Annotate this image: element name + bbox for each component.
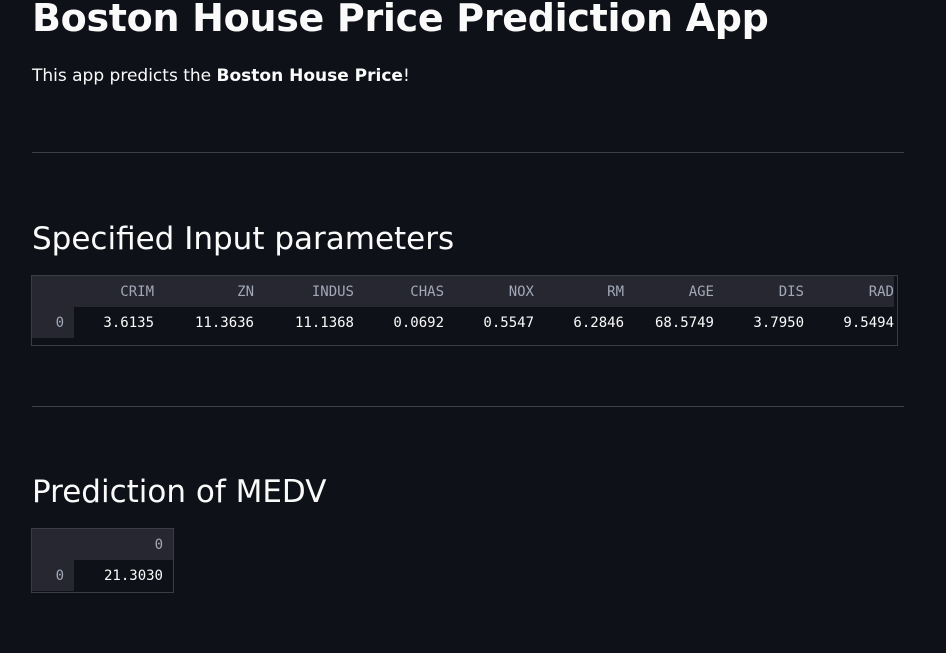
row-index-cell: 0 [32,307,74,338]
intro-prefix: This app predicts the [32,66,217,86]
table-cell[interactable]: 21.3030 [74,560,173,591]
divider-top [32,152,904,153]
table-cell[interactable]: 9.5494 [804,307,894,338]
page-title: Boston House Price Prediction App [32,0,769,40]
table-cell[interactable]: 11.3636 [154,307,254,338]
column-header[interactable]: RAD [804,276,894,307]
prediction-table[interactable]: 0 0 21.3030 [31,528,174,593]
table-cell[interactable]: 0.5547 [444,307,534,338]
column-header[interactable]: CRIM [74,276,154,307]
intro-text: This app predicts the Boston House Price… [32,64,410,88]
column-header[interactable]: 0 [74,529,173,560]
column-header[interactable]: DIS [714,276,804,307]
prediction-header: Prediction of MEDV [32,474,327,510]
table-row: 0 3.6135 11.3636 11.1368 0.0692 0.5547 6… [32,307,894,338]
table-cell[interactable]: 0.0692 [354,307,444,338]
column-header[interactable]: INDUS [254,276,354,307]
column-header[interactable]: ZN [154,276,254,307]
input-parameters-header: Specified Input parameters [32,221,455,257]
column-header[interactable]: NOX [444,276,534,307]
column-header[interactable]: AGE [624,276,714,307]
table-cell[interactable]: 3.6135 [74,307,154,338]
row-index-cell: 0 [32,560,74,591]
column-header[interactable]: CHAS [354,276,444,307]
table-cell[interactable]: 68.5749 [624,307,714,338]
table-corner-cell [32,529,74,560]
table-cell[interactable]: 11.1368 [254,307,354,338]
app-main: Boston House Price Prediction App This a… [0,0,946,653]
intro-bold: Boston House Price [216,66,403,86]
table-corner-cell [32,276,74,307]
input-parameters-table[interactable]: CRIM ZN INDUS CHAS NOX RM AGE DIS RAD 0 … [31,275,898,346]
table-header-row: 0 [32,529,173,560]
table-row: 0 21.3030 [32,560,173,591]
table-header-row: CRIM ZN INDUS CHAS NOX RM AGE DIS RAD [32,276,894,307]
intro-suffix: ! [402,66,410,86]
table-cell[interactable]: 3.7950 [714,307,804,338]
divider-middle [32,406,904,407]
table-cell[interactable]: 6.2846 [534,307,624,338]
column-header[interactable]: RM [534,276,624,307]
